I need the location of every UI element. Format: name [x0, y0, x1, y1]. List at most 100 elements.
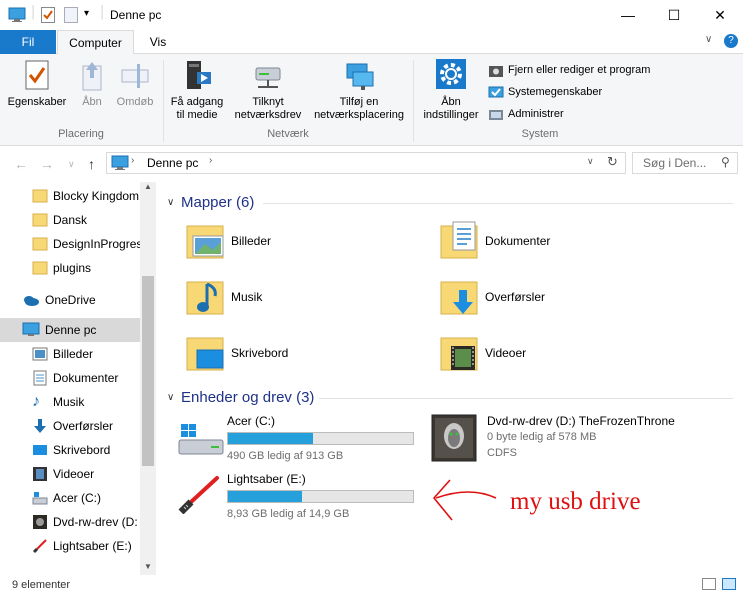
- drive-lightsaber-e[interactable]: Lightsaber (E:) 8,93 GB ledig af 14,9 GB: [177, 472, 437, 528]
- breadcrumb-denne-pc[interactable]: Denne pc: [147, 156, 198, 170]
- collapse-chevron-icon[interactable]: ∨: [167, 197, 174, 208]
- media-server-icon: [181, 58, 213, 92]
- scroll-up-icon[interactable]: ▲: [144, 182, 152, 191]
- drive-label: Lightsaber (E:): [227, 472, 306, 486]
- nav-item-videoer[interactable]: Videoer: [0, 462, 140, 486]
- manage-button[interactable]: Administrer: [488, 106, 564, 124]
- recent-locations-chevron-icon[interactable]: ∨: [68, 159, 75, 170]
- properties-icon: [21, 58, 53, 92]
- nav-item-designinprogres[interactable]: DesignInProgres: [0, 232, 140, 256]
- search-input[interactable]: Søg i Den... ⚲: [632, 152, 738, 174]
- folder-dokumenter[interactable]: Dokumenter: [439, 220, 689, 270]
- documents-folder-icon: [439, 220, 481, 262]
- section-divider: [263, 203, 733, 204]
- uninstall-program-button[interactable]: Fjern eller rediger et program: [488, 62, 650, 80]
- drive-icon: [32, 490, 48, 506]
- nav-item-label: DesignInProgres: [53, 237, 140, 251]
- folders-heading[interactable]: Mapper (6): [181, 194, 254, 211]
- forward-arrow-icon[interactable]: →: [40, 156, 54, 172]
- tab-view[interactable]: Vis: [140, 30, 176, 54]
- drive-acer-c[interactable]: Acer (C:) 490 GB ledig af 913 GB: [177, 414, 437, 470]
- nav-item-plugins[interactable]: plugins: [0, 256, 140, 280]
- access-media-label-2: til medie: [176, 109, 218, 121]
- nav-item-acer-c[interactable]: Acer (C:): [0, 486, 140, 510]
- drive-filesystem: CDFS: [487, 447, 517, 459]
- open-button[interactable]: Åbn: [74, 58, 110, 109]
- add-network-location-button[interactable]: Tilføj en netværksplacering: [310, 58, 408, 122]
- collapse-chevron-icon[interactable]: ∨: [167, 392, 174, 403]
- access-media-button[interactable]: Få adgang til medie: [166, 58, 228, 122]
- open-label: Åbn: [82, 96, 102, 108]
- computer-icon[interactable]: [8, 7, 26, 26]
- nav-item-lightsaber-e[interactable]: Lightsaber (E:): [0, 534, 140, 558]
- open-settings-label-1: Åbn: [441, 96, 461, 108]
- folder-billeder[interactable]: Billeder: [185, 220, 435, 270]
- properties-label: Egenskaber: [7, 96, 67, 108]
- folder-icon: [32, 212, 48, 228]
- nav-item-label: plugins: [53, 261, 92, 275]
- back-arrow-icon[interactable]: ←: [14, 156, 28, 172]
- details-view-icon[interactable]: [702, 578, 716, 590]
- collapse-ribbon-icon[interactable]: ∨: [705, 34, 712, 45]
- map-drive-label-1: Tilknyt: [252, 96, 284, 108]
- map-network-drive-button[interactable]: Tilknyt netværksdrev: [228, 58, 308, 122]
- folder-overforsler[interactable]: Overførsler: [439, 276, 689, 326]
- nav-item-dokumenter[interactable]: Dokumenter: [0, 366, 140, 390]
- nav-item-blocky-kingdom[interactable]: Blocky Kingdom: [0, 184, 140, 208]
- open-settings-button[interactable]: Åbn indstillinger: [418, 58, 484, 122]
- pictures-icon: [32, 346, 48, 362]
- nav-item-skrivebord[interactable]: Skrivebord: [0, 438, 140, 462]
- nav-item-denne-pc[interactable]: Denne pc: [0, 318, 140, 342]
- tab-file[interactable]: Fil: [0, 30, 56, 54]
- properties-quick-icon[interactable]: [41, 7, 55, 26]
- nav-item-billeder[interactable]: Billeder: [0, 342, 140, 366]
- nav-item-musik[interactable]: ♪ Musik: [0, 390, 140, 414]
- drive-usage-bar: [227, 490, 414, 503]
- up-arrow-icon[interactable]: ↑: [88, 156, 95, 172]
- breadcrumb-separator-icon[interactable]: ›: [209, 155, 212, 166]
- nav-item-dansk[interactable]: Dansk: [0, 208, 140, 232]
- documents-icon: [32, 370, 48, 386]
- drive-free-space: 490 GB ledig af 913 GB: [227, 450, 344, 462]
- scrollbar-thumb[interactable]: [142, 276, 154, 466]
- system-properties-button[interactable]: Systemegenskaber: [488, 84, 602, 102]
- map-drive-label-2: netværksdrev: [234, 109, 302, 121]
- nav-item-label: Musik: [53, 395, 85, 409]
- folder-skrivebord[interactable]: Skrivebord: [185, 332, 435, 382]
- properties-button[interactable]: Egenskaber: [4, 58, 70, 109]
- help-icon[interactable]: ?: [724, 34, 738, 48]
- new-folder-quick-icon[interactable]: [64, 7, 78, 26]
- nav-item-onedrive[interactable]: OneDrive: [0, 288, 140, 312]
- address-bar[interactable]: › Denne pc › ∨ ↻: [106, 152, 626, 174]
- tab-computer[interactable]: Computer: [57, 30, 134, 55]
- large-icons-view-icon[interactable]: [722, 578, 736, 590]
- customize-quick-access-icon[interactable]: ▾: [84, 8, 89, 19]
- breadcrumb-separator-icon[interactable]: ›: [131, 155, 134, 166]
- nav-item-overforsler[interactable]: Overførsler: [0, 414, 140, 438]
- nav-item-label: Dansk: [53, 213, 88, 227]
- section-divider: [319, 398, 733, 399]
- drives-heading[interactable]: Enheder og drev (3): [181, 389, 314, 406]
- maximize-button[interactable]: ☐: [651, 0, 697, 30]
- nav-item-label: OneDrive: [45, 293, 96, 307]
- address-dropdown-chevron-icon[interactable]: ∨: [587, 156, 594, 167]
- window-title: Denne pc: [110, 8, 162, 22]
- ribbon: Egenskaber Åbn Omdøb Placering Få adgang…: [0, 54, 743, 146]
- drive-usage-bar: [227, 432, 414, 445]
- folder-videoer[interactable]: Videoer: [439, 332, 689, 382]
- drive-dvd-d[interactable]: Dvd-rw-drev (D:) TheFrozenThrone 0 byte …: [431, 414, 731, 470]
- scroll-down-icon[interactable]: ▼: [144, 562, 152, 571]
- folder-icon: [32, 188, 48, 204]
- minimize-button[interactable]: —: [605, 0, 651, 30]
- folder-label: Skrivebord: [231, 346, 289, 360]
- nav-item-dvd-d[interactable]: Dvd-rw-drev (D:: [0, 510, 140, 534]
- pictures-folder-icon: [185, 220, 227, 262]
- folder-musik[interactable]: Musik: [185, 276, 435, 326]
- system-properties-label: Systemegenskaber: [508, 86, 603, 98]
- item-count: 9 elementer: [12, 579, 71, 591]
- refresh-icon[interactable]: ↻: [607, 154, 618, 170]
- desktop-icon: [32, 442, 48, 458]
- rename-button[interactable]: Omdøb: [112, 58, 158, 109]
- close-button[interactable]: ✕: [697, 0, 743, 30]
- dvd-icon: [32, 514, 48, 530]
